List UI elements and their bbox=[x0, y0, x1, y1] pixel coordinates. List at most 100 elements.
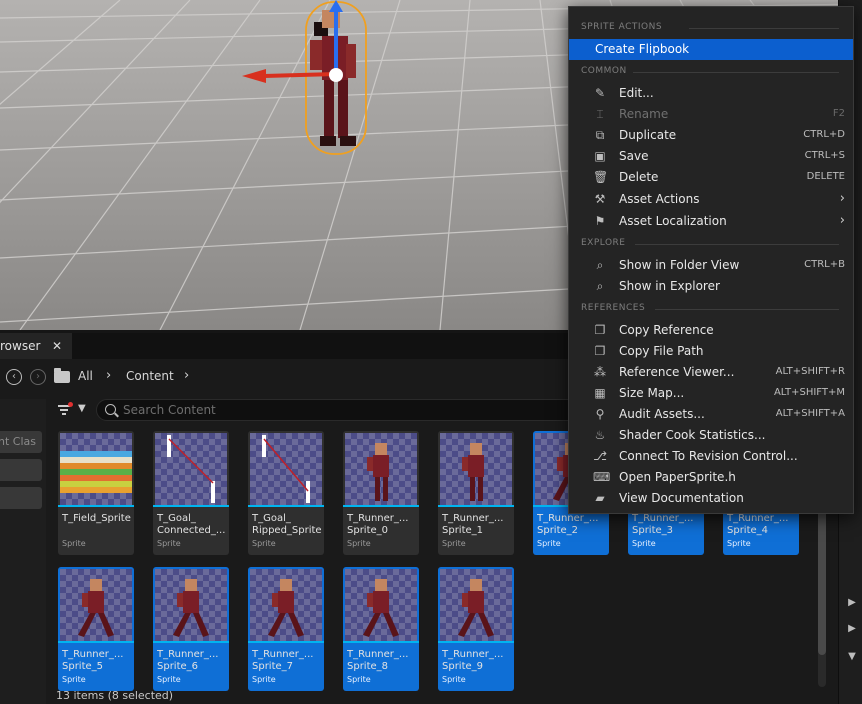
asset-tile[interactable]: T_Runner_... Sprite_7 Sprite bbox=[248, 567, 324, 691]
save-item[interactable]: ▣ Save CTRL+S bbox=[569, 146, 853, 167]
create-flipbook-item[interactable]: Create Flipbook bbox=[569, 39, 853, 60]
asset-type-strip bbox=[58, 641, 134, 643]
shortcut-label: CTRL+B bbox=[804, 259, 845, 270]
view-documentation-item[interactable]: ▰ View Documentation bbox=[569, 488, 853, 509]
asset-thumbnail bbox=[60, 569, 132, 641]
asset-type: Sprite bbox=[632, 539, 656, 548]
asset-type: Sprite bbox=[442, 539, 466, 548]
back-icon[interactable]: ‹ bbox=[6, 369, 22, 385]
add-class-label: nt Clas bbox=[0, 435, 36, 448]
divider bbox=[635, 244, 839, 245]
asset-type: Sprite bbox=[62, 539, 86, 548]
asset-tile[interactable]: T_Field_Sprite Sprite bbox=[58, 431, 134, 555]
sprite-preview bbox=[167, 435, 215, 503]
breadcrumb-all[interactable]: All bbox=[78, 369, 93, 383]
asset-type: Sprite bbox=[727, 539, 751, 548]
sprite-preview bbox=[60, 451, 132, 493]
add-class-button[interactable]: nt Clas bbox=[0, 431, 42, 453]
asset-name: T_Runner_... Sprite_8 bbox=[347, 649, 409, 672]
divider bbox=[633, 72, 839, 73]
show-in-folder-view-item[interactable]: ⌕ Show in Folder View CTRL+B bbox=[569, 255, 853, 276]
menu-item-label: Copy File Path bbox=[619, 344, 704, 358]
search-box[interactable] bbox=[96, 399, 624, 421]
rename-item[interactable]: ⌶ Rename F2 bbox=[569, 104, 853, 125]
duplicate-item[interactable]: ⧉ Duplicate CTRL+D bbox=[569, 125, 853, 146]
sprite-preview bbox=[173, 579, 209, 637]
chevron-down-icon: ▼ bbox=[78, 403, 86, 414]
reference-viewer-item[interactable]: ⁂ Reference Viewer... ALT+SHIFT+R bbox=[569, 362, 853, 383]
shader-cook-statistics-item[interactable]: ♨ Shader Cook Statistics... bbox=[569, 425, 853, 446]
menu-item-label: Shader Cook Statistics... bbox=[619, 428, 766, 442]
filter-button[interactable] bbox=[0, 459, 42, 481]
asset-type: Sprite bbox=[157, 539, 181, 548]
menu-item-label: Show in Folder View bbox=[619, 258, 740, 272]
open-papersprite-item[interactable]: ⌨ Open PaperSprite.h bbox=[569, 467, 853, 488]
breadcrumb-content[interactable]: Content bbox=[126, 369, 174, 383]
menu-item-label: Size Map... bbox=[619, 386, 685, 400]
size-map-item[interactable]: ▦ Size Map... ALT+SHIFT+M bbox=[569, 383, 853, 404]
audit-assets-item[interactable]: ⚲ Audit Assets... ALT+SHIFT+A bbox=[569, 404, 853, 425]
chevron-right-icon[interactable]: ▶ bbox=[845, 622, 859, 636]
chevron-right-icon[interactable]: ▶ bbox=[845, 596, 859, 610]
folder-icon[interactable] bbox=[54, 368, 70, 383]
asset-type: Sprite bbox=[537, 539, 561, 548]
asset-type-strip bbox=[58, 505, 134, 507]
chevron-right-icon[interactable]: › bbox=[106, 368, 111, 383]
filter-dropdown[interactable]: ▼ bbox=[54, 399, 94, 421]
shortcut-label: F2 bbox=[832, 108, 845, 119]
tab-content-browser[interactable]: rowser ✕ bbox=[0, 333, 72, 359]
wrench-icon: ⚒ bbox=[594, 192, 606, 206]
menu-item-label: Delete bbox=[619, 170, 659, 184]
show-in-explorer-item[interactable]: ⌕ Show in Explorer bbox=[569, 276, 853, 297]
shader-icon: ♨ bbox=[594, 428, 606, 442]
asset-tile[interactable]: T_Runner_... Sprite_6 Sprite bbox=[153, 567, 229, 691]
filter-button[interactable] bbox=[0, 487, 42, 509]
shortcut-label: CTRL+D bbox=[803, 129, 845, 140]
close-icon[interactable]: ✕ bbox=[52, 333, 62, 359]
menu-item-label: Save bbox=[619, 149, 649, 163]
asset-type-strip bbox=[153, 641, 229, 643]
size-map-icon: ▦ bbox=[594, 386, 606, 400]
copy-reference-item[interactable]: ❐ Copy Reference bbox=[569, 320, 853, 341]
asset-tile[interactable]: T_Goal_ Ripped_Sprite Sprite bbox=[248, 431, 324, 555]
revision-control-item[interactable]: ⎇ Connect To Revision Control... bbox=[569, 446, 853, 467]
asset-name: T_Runner_... Sprite_3 bbox=[632, 513, 694, 536]
copy-file-path-item[interactable]: ❐ Copy File Path bbox=[569, 341, 853, 362]
menu-item-label: Connect To Revision Control... bbox=[619, 449, 798, 463]
asset-tile[interactable]: T_Goal_ Connected_... Sprite bbox=[153, 431, 229, 555]
asset-name: T_Runner_... Sprite_6 bbox=[157, 649, 219, 672]
asset-tile[interactable]: T_Runner_... Sprite_0 Sprite bbox=[343, 431, 419, 555]
forward-icon[interactable]: › bbox=[30, 369, 46, 385]
menu-item-label: Asset Actions bbox=[619, 192, 700, 206]
chevron-down-icon[interactable]: ▼ bbox=[845, 650, 859, 664]
menu-item-label: Create Flipbook bbox=[595, 42, 690, 56]
asset-tile[interactable]: T_Runner_... Sprite_1 Sprite bbox=[438, 431, 514, 555]
chevron-right-icon[interactable]: › bbox=[184, 368, 189, 383]
asset-thumbnail bbox=[345, 569, 417, 641]
edit-item[interactable]: ✎ Edit... bbox=[569, 83, 853, 104]
asset-tile[interactable]: T_Runner_... Sprite_9 Sprite bbox=[438, 567, 514, 691]
sprite-preview bbox=[458, 579, 494, 637]
search-icon bbox=[105, 404, 116, 415]
asset-thumbnail bbox=[345, 433, 417, 505]
trash-icon: 🗑 bbox=[593, 170, 609, 184]
asset-name: T_Runner_... Sprite_4 bbox=[727, 513, 789, 536]
menu-item-label: Audit Assets... bbox=[619, 407, 705, 421]
delete-item[interactable]: 🗑 Delete DELETE bbox=[569, 167, 853, 188]
asset-tile[interactable]: T_Runner_... Sprite_8 Sprite bbox=[343, 567, 419, 691]
asset-thumbnail bbox=[250, 433, 322, 505]
menu-item-label: Copy Reference bbox=[619, 323, 714, 337]
editor-window: ▶ ▶ ▼ rowser ✕ ‹ › All › Content › nt Cl… bbox=[0, 0, 862, 704]
sprite-preview bbox=[367, 443, 389, 501]
folder-search-icon: ⌕ bbox=[596, 258, 604, 272]
menu-item-label: Asset Localization bbox=[619, 214, 727, 228]
menu-item-label: View Documentation bbox=[619, 491, 744, 505]
asset-thumbnail bbox=[440, 433, 512, 505]
flag-icon: ⚑ bbox=[594, 214, 606, 228]
graph-icon: ⁂ bbox=[594, 365, 606, 379]
asset-actions-item[interactable]: ⚒ Asset Actions › bbox=[569, 189, 853, 210]
asset-localization-item[interactable]: ⚑ Asset Localization › bbox=[569, 211, 853, 232]
search-input[interactable] bbox=[123, 401, 613, 419]
asset-name: T_Runner_... Sprite_2 bbox=[537, 513, 599, 536]
asset-tile[interactable]: T_Runner_... Sprite_5 Sprite bbox=[58, 567, 134, 691]
